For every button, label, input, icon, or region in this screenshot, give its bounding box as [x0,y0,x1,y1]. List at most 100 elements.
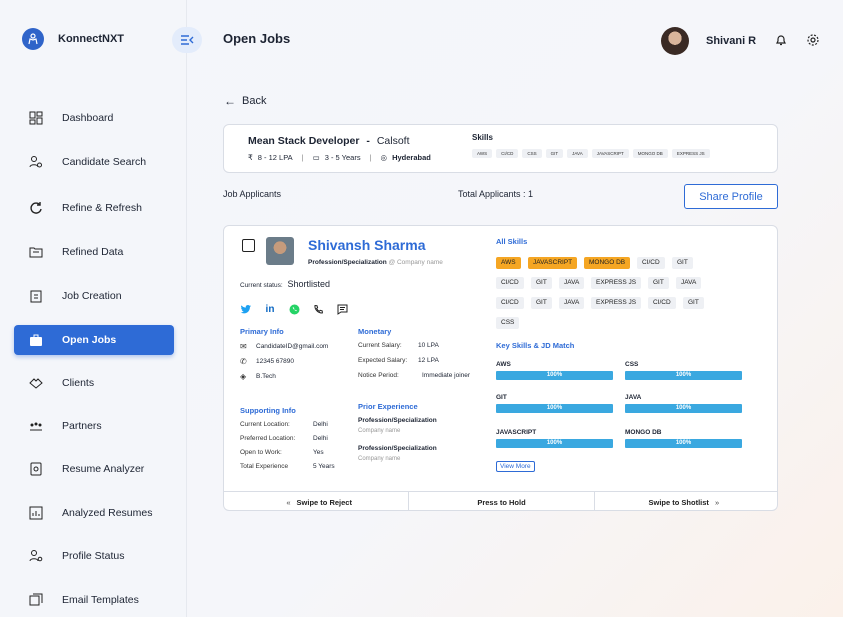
candidate-profession-text: Profession/Specialization [308,259,387,266]
back-button[interactable]: ← Back [224,94,266,108]
swipe-reject-button[interactable]: « Swipe to Reject [224,492,408,510]
arrow-left-icon: ← [224,94,236,108]
sidebar-item-dashboard[interactable]: Dashboard [14,103,174,133]
skill-chip: MONGO DB [584,257,631,269]
jd-match-item: CSS 100% [625,361,742,380]
sidebar-item-refined-data[interactable]: Refined Data [14,237,174,267]
jd-match-item: JAVASCRIPT 100% [496,429,613,448]
job-skill-chip: CI/CD [496,149,519,158]
share-profile-button[interactable]: Share Profile [684,184,778,209]
skill-chip: CI/CD [637,257,665,269]
back-label: Back [242,95,267,107]
skill-chip: GIT [531,297,552,309]
job-title-dash: - [366,135,370,147]
sidebar-item-label: Email Templates [62,594,139,606]
message-icon[interactable] [336,303,348,315]
job-skill-chip: JAVASCRIPT [591,149,629,158]
expected-salary-row: Expected Salary: 12 LPA [358,357,439,364]
mail-icon: ✉ [240,342,247,351]
current-salary-label: Current Salary: [358,342,402,349]
page-title: Open Jobs [223,31,291,46]
candidate-status: Current status: Shortlisted [240,279,330,289]
partners-icon [30,422,42,431]
sidebar-item-label: Candidate Search [62,156,147,168]
double-chevron-left-icon: « [286,497,291,507]
skill-chip: JAVA [559,277,585,289]
brand-logo-icon [22,28,44,50]
brand[interactable]: KonnectNXT [22,28,124,50]
phone-line: ✆ 12345 67890 [240,357,294,366]
twitter-icon[interactable] [240,303,252,315]
phone-icon[interactable] [312,303,324,315]
collapse-menu-icon [181,35,194,45]
sidebar-item-clients[interactable]: Clients [14,368,174,398]
jd-match-bar: 100% [496,439,613,448]
sidebar-item-analyzed-resumes[interactable]: Analyzed Resumes [14,498,174,528]
sidebar-item-open-jobs[interactable]: Open Jobs [14,325,174,355]
sidebar-item-email-templates[interactable]: Email Templates [14,585,174,615]
supporting-info-heading: Supporting Info [240,406,296,415]
jd-match-skill: JAVASCRIPT [496,429,537,436]
current-location-row: Current Location: Delhi [240,421,328,428]
job-company: Calsoft [376,135,410,147]
prior-experience-heading: Prior Experience [358,402,418,411]
job-skill-chip: EXPRESS JS [671,149,710,158]
linkedin-icon[interactable]: in [264,303,276,315]
sidebar: KonnectNXT Dashboard Candidate Search Refi… [0,0,187,617]
preferred-location-label: Preferred Location: [240,435,296,442]
job-meta: ₹ 8 - 12 LPA | ▭ 3 - 5 Years | ◎ Hyderab… [248,153,431,162]
view-more-link[interactable]: View More [496,461,535,472]
preferred-location-value: Delhi [313,435,328,442]
prior-company: Company name [358,428,401,434]
reject-label: Swipe to Reject [296,497,352,507]
jd-match-bar: 100% [496,404,613,413]
education-line: ◈ B.Tech [240,372,276,381]
gear-icon[interactable] [806,33,820,47]
expected-salary-value: 12 LPA [418,357,439,364]
prior-role: Profession/Specialization [358,417,437,424]
current-location-label: Current Location: [240,421,290,428]
select-candidate-checkbox[interactable] [242,239,255,252]
candidate-name[interactable]: Shivansh Sharma [308,237,426,253]
sidebar-item-label: Open Jobs [62,334,117,346]
status-label: Current status: [240,282,283,289]
job-title-text: Mean Stack Developer [248,135,360,147]
avatar[interactable] [661,27,689,55]
skill-chip: EXPRESS JS [591,297,642,309]
skill-chip: JAVA [559,297,585,309]
swipe-shortlist-button[interactable]: Swipe to Shotlist » [593,492,777,510]
dashboard-icon [29,111,43,125]
candidate-phone[interactable]: 12345 67890 [256,358,294,365]
sidebar-item-refine-refresh[interactable]: Refine & Refresh [14,193,174,223]
job-summary-card: Mean Stack Developer - Calsoft ₹ 8 - 12 … [223,124,778,173]
job-experience: 3 - 5 Years [324,153,361,162]
job-skill-chip: GIT [545,149,564,158]
jd-match-item: GIT 100% [496,394,613,413]
skill-chip: GIT [648,277,669,289]
sidebar-item-candidate-search[interactable]: Candidate Search [14,147,174,177]
user-name[interactable]: Shivani R [706,35,756,47]
skill-chip: CSS [496,317,520,329]
open-to-work-label: Open to Work: [240,449,282,456]
candidate-email[interactable]: CandidateID@gmail.com [256,343,328,350]
location-icon: ◎ [380,153,388,162]
sidebar-item-partners[interactable]: Partners [14,411,174,441]
whatsapp-icon[interactable] [288,303,300,315]
jd-match-item: JAVA 100% [625,394,742,413]
graduation-cap-icon: ◈ [240,372,247,381]
bar-chart-icon [29,506,43,520]
press-hold-button[interactable]: Press to Hold [408,492,593,510]
briefcase-icon: ▭ [312,153,320,162]
skill-chip: CI/CD [496,297,524,309]
total-experience-label: Total Experience [240,463,289,470]
sidebar-item-job-creation[interactable]: Job Creation [14,281,174,311]
bell-icon[interactable] [774,33,788,47]
candidate-photo [266,237,294,265]
sidebar-item-resume-analyzer[interactable]: Resume Analyzer [14,454,174,484]
candidate-company: @ Company name [388,259,443,266]
skill-chip: JAVASCRIPT [528,257,578,269]
sidebar-item-profile-status[interactable]: Profile Status [14,541,174,571]
collapse-sidebar-button[interactable] [172,27,202,53]
jd-match-skill: JAVA [625,394,642,401]
jd-match-bar: 100% [625,404,742,413]
